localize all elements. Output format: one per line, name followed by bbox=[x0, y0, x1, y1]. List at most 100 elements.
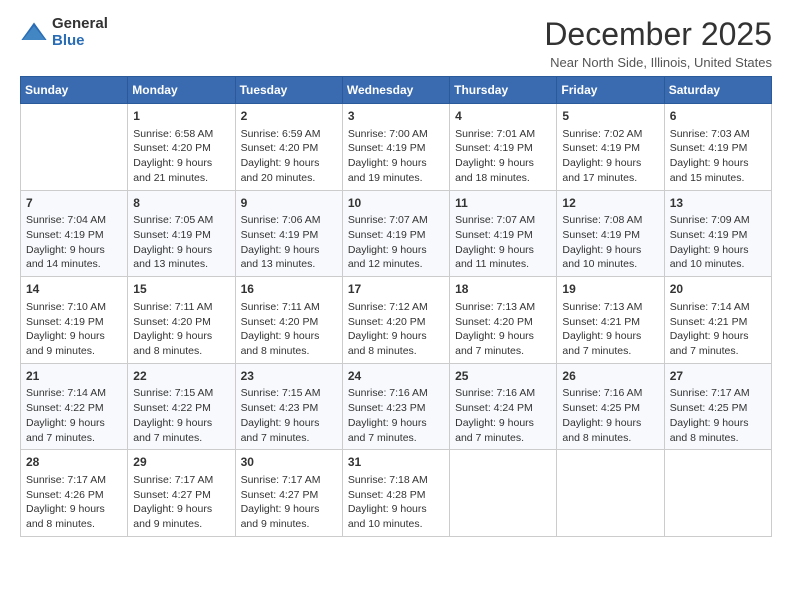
day-number: 23 bbox=[241, 368, 337, 385]
day-info: Sunrise: 7:17 AM Sunset: 4:25 PM Dayligh… bbox=[670, 386, 766, 445]
day-number: 30 bbox=[241, 454, 337, 471]
calendar: SundayMondayTuesdayWednesdayThursdayFrid… bbox=[20, 76, 772, 537]
day-number: 14 bbox=[26, 281, 122, 298]
calendar-cell: 19Sunrise: 7:13 AM Sunset: 4:21 PM Dayli… bbox=[557, 277, 664, 364]
day-number: 17 bbox=[348, 281, 444, 298]
day-info: Sunrise: 7:05 AM Sunset: 4:19 PM Dayligh… bbox=[133, 213, 229, 272]
day-header-saturday: Saturday bbox=[664, 77, 771, 104]
day-info: Sunrise: 7:17 AM Sunset: 4:27 PM Dayligh… bbox=[133, 473, 229, 532]
day-info: Sunrise: 7:09 AM Sunset: 4:19 PM Dayligh… bbox=[670, 213, 766, 272]
calendar-cell: 27Sunrise: 7:17 AM Sunset: 4:25 PM Dayli… bbox=[664, 363, 771, 450]
location: Near North Side, Illinois, United States bbox=[544, 55, 772, 70]
day-info: Sunrise: 7:00 AM Sunset: 4:19 PM Dayligh… bbox=[348, 127, 444, 186]
day-info: Sunrise: 7:07 AM Sunset: 4:19 PM Dayligh… bbox=[455, 213, 551, 272]
calendar-cell: 12Sunrise: 7:08 AM Sunset: 4:19 PM Dayli… bbox=[557, 190, 664, 277]
day-info: Sunrise: 7:11 AM Sunset: 4:20 PM Dayligh… bbox=[241, 300, 337, 359]
logo-icon bbox=[20, 19, 48, 47]
calendar-cell: 3 Sunrise: 7:00 AM Sunset: 4:19 PM Daylig… bbox=[342, 104, 449, 191]
day-info: Sunrise: 7:12 AM Sunset: 4:20 PM Dayligh… bbox=[348, 300, 444, 359]
calendar-cell: 6 Sunrise: 7:03 AM Sunset: 4:19 PM Daylig… bbox=[664, 104, 771, 191]
day-number: 3 bbox=[348, 108, 444, 125]
calendar-cell: 10Sunrise: 7:07 AM Sunset: 4:19 PM Dayli… bbox=[342, 190, 449, 277]
day-number: 29 bbox=[133, 454, 229, 471]
page-header: General Blue December 2025 Near North Si… bbox=[20, 16, 772, 70]
day-header-friday: Friday bbox=[557, 77, 664, 104]
logo: General Blue bbox=[20, 16, 108, 49]
calendar-cell: 18 Sunrise: 7:13 AM Sunset: 4:20 PM Dayli… bbox=[450, 277, 557, 364]
calendar-cell: 28 Sunrise: 7:17 AM Sunset: 4:26 PM Dayli… bbox=[21, 450, 128, 537]
day-number: 26 bbox=[562, 368, 658, 385]
day-number: 7 bbox=[26, 195, 122, 212]
calendar-cell: 25Sunrise: 7:16 AM Sunset: 4:24 PM Dayli… bbox=[450, 363, 557, 450]
day-number: 31 bbox=[348, 454, 444, 471]
calendar-cell: 8Sunrise: 7:05 AM Sunset: 4:19 PM Daylig… bbox=[128, 190, 235, 277]
day-number: 11 bbox=[455, 195, 551, 212]
day-info: Sunrise: 7:18 AM Sunset: 4:28 PM Dayligh… bbox=[348, 473, 444, 532]
calendar-cell: 14 Sunrise: 7:10 AM Sunset: 4:19 PM Dayli… bbox=[21, 277, 128, 364]
logo-text: General Blue bbox=[52, 16, 108, 49]
calendar-cell: 17 Sunrise: 7:12 AM Sunset: 4:20 PM Dayli… bbox=[342, 277, 449, 364]
day-number: 15 bbox=[133, 281, 229, 298]
calendar-cell: 9Sunrise: 7:06 AM Sunset: 4:19 PM Daylig… bbox=[235, 190, 342, 277]
day-info: Sunrise: 7:11 AM Sunset: 4:20 PM Dayligh… bbox=[133, 300, 229, 359]
day-info: Sunrise: 6:59 AM Sunset: 4:20 PM Dayligh… bbox=[241, 127, 337, 186]
day-number: 5 bbox=[562, 108, 658, 125]
calendar-cell: 1 Sunrise: 6:58 AM Sunset: 4:20 PM Daylig… bbox=[128, 104, 235, 191]
day-info: Sunrise: 7:14 AM Sunset: 4:22 PM Dayligh… bbox=[26, 386, 122, 445]
day-number: 28 bbox=[26, 454, 122, 471]
calendar-cell: 29 Sunrise: 7:17 AM Sunset: 4:27 PM Dayli… bbox=[128, 450, 235, 537]
day-number: 9 bbox=[241, 195, 337, 212]
calendar-cell: 11Sunrise: 7:07 AM Sunset: 4:19 PM Dayli… bbox=[450, 190, 557, 277]
calendar-cell: 13Sunrise: 7:09 AM Sunset: 4:19 PM Dayli… bbox=[664, 190, 771, 277]
calendar-cell: 20 Sunrise: 7:14 AM Sunset: 4:21 PM Dayli… bbox=[664, 277, 771, 364]
calendar-cell: 26Sunrise: 7:16 AM Sunset: 4:25 PM Dayli… bbox=[557, 363, 664, 450]
day-header-sunday: Sunday bbox=[21, 77, 128, 104]
day-number: 22 bbox=[133, 368, 229, 385]
calendar-cell: 22Sunrise: 7:15 AM Sunset: 4:22 PM Dayli… bbox=[128, 363, 235, 450]
calendar-cell: 24Sunrise: 7:16 AM Sunset: 4:23 PM Dayli… bbox=[342, 363, 449, 450]
day-number: 1 bbox=[133, 108, 229, 125]
day-info: Sunrise: 7:17 AM Sunset: 4:27 PM Dayligh… bbox=[241, 473, 337, 532]
day-header-thursday: Thursday bbox=[450, 77, 557, 104]
day-info: Sunrise: 7:16 AM Sunset: 4:23 PM Dayligh… bbox=[348, 386, 444, 445]
calendar-cell: 30 Sunrise: 7:17 AM Sunset: 4:27 PM Dayli… bbox=[235, 450, 342, 537]
day-info: Sunrise: 7:13 AM Sunset: 4:21 PM Dayligh… bbox=[562, 300, 658, 359]
day-number: 13 bbox=[670, 195, 766, 212]
day-number: 18 bbox=[455, 281, 551, 298]
day-header-wednesday: Wednesday bbox=[342, 77, 449, 104]
day-info: Sunrise: 7:08 AM Sunset: 4:19 PM Dayligh… bbox=[562, 213, 658, 272]
calendar-cell: 15 Sunrise: 7:11 AM Sunset: 4:20 PM Dayli… bbox=[128, 277, 235, 364]
day-header-monday: Monday bbox=[128, 77, 235, 104]
day-number: 10 bbox=[348, 195, 444, 212]
day-number: 24 bbox=[348, 368, 444, 385]
day-number: 8 bbox=[133, 195, 229, 212]
day-number: 21 bbox=[26, 368, 122, 385]
calendar-cell: 21Sunrise: 7:14 AM Sunset: 4:22 PM Dayli… bbox=[21, 363, 128, 450]
day-header-tuesday: Tuesday bbox=[235, 77, 342, 104]
calendar-cell bbox=[450, 450, 557, 537]
day-number: 6 bbox=[670, 108, 766, 125]
calendar-cell: 23Sunrise: 7:15 AM Sunset: 4:23 PM Dayli… bbox=[235, 363, 342, 450]
day-info: Sunrise: 6:58 AM Sunset: 4:20 PM Dayligh… bbox=[133, 127, 229, 186]
calendar-cell: 2 Sunrise: 6:59 AM Sunset: 4:20 PM Daylig… bbox=[235, 104, 342, 191]
day-info: Sunrise: 7:13 AM Sunset: 4:20 PM Dayligh… bbox=[455, 300, 551, 359]
day-number: 16 bbox=[241, 281, 337, 298]
day-number: 20 bbox=[670, 281, 766, 298]
title-block: December 2025 Near North Side, Illinois,… bbox=[544, 16, 772, 70]
day-info: Sunrise: 7:14 AM Sunset: 4:21 PM Dayligh… bbox=[670, 300, 766, 359]
day-info: Sunrise: 7:15 AM Sunset: 4:23 PM Dayligh… bbox=[241, 386, 337, 445]
calendar-cell: 5Sunrise: 7:02 AM Sunset: 4:19 PM Daylig… bbox=[557, 104, 664, 191]
day-info: Sunrise: 7:17 AM Sunset: 4:26 PM Dayligh… bbox=[26, 473, 122, 532]
day-info: Sunrise: 7:07 AM Sunset: 4:19 PM Dayligh… bbox=[348, 213, 444, 272]
day-number: 27 bbox=[670, 368, 766, 385]
day-info: Sunrise: 7:03 AM Sunset: 4:19 PM Dayligh… bbox=[670, 127, 766, 186]
day-info: Sunrise: 7:10 AM Sunset: 4:19 PM Dayligh… bbox=[26, 300, 122, 359]
month-title: December 2025 bbox=[544, 16, 772, 53]
calendar-cell: 7Sunrise: 7:04 AM Sunset: 4:19 PM Daylig… bbox=[21, 190, 128, 277]
day-info: Sunrise: 7:15 AM Sunset: 4:22 PM Dayligh… bbox=[133, 386, 229, 445]
calendar-cell: 4Sunrise: 7:01 AM Sunset: 4:19 PM Daylig… bbox=[450, 104, 557, 191]
day-number: 25 bbox=[455, 368, 551, 385]
day-info: Sunrise: 7:16 AM Sunset: 4:24 PM Dayligh… bbox=[455, 386, 551, 445]
calendar-cell bbox=[664, 450, 771, 537]
day-number: 2 bbox=[241, 108, 337, 125]
